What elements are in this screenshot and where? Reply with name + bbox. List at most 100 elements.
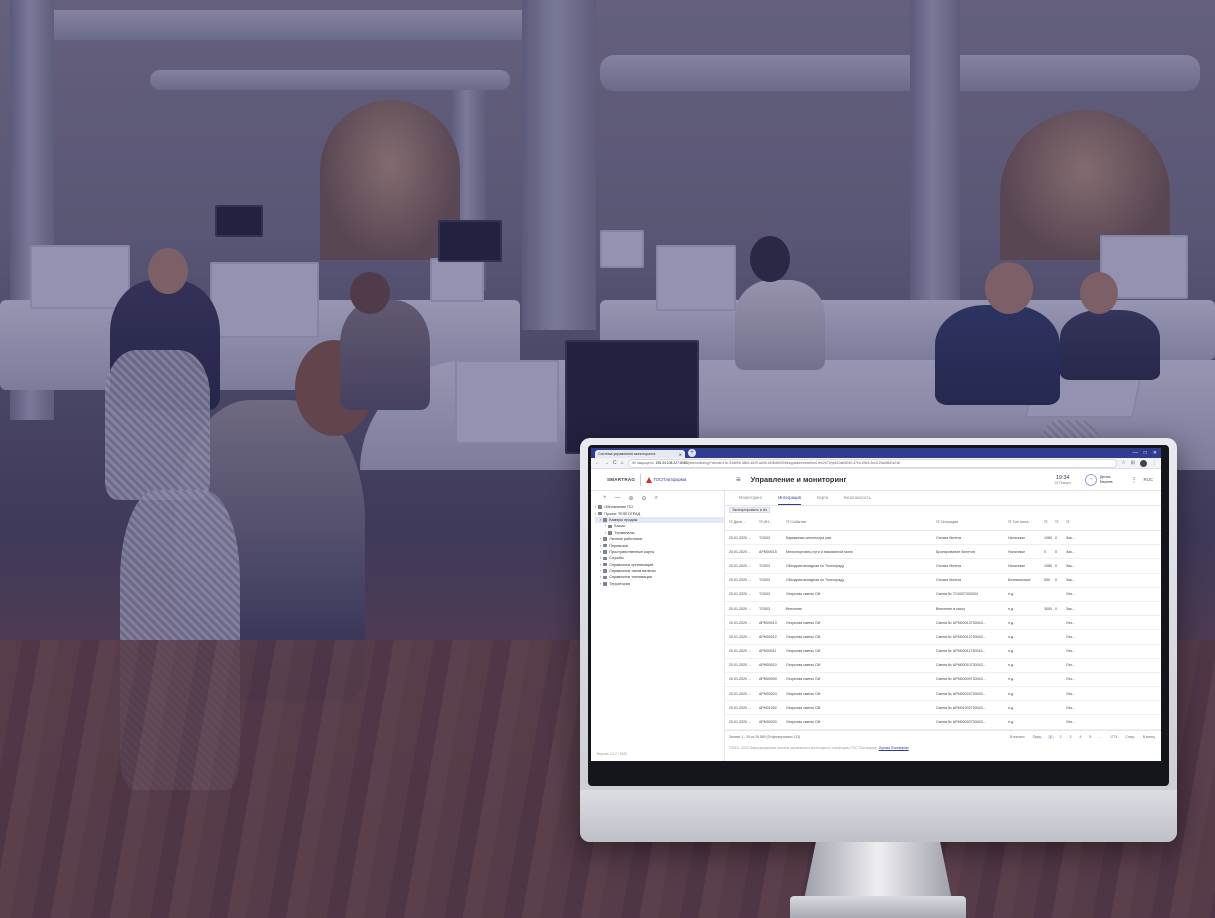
- table-row[interactable]: 20.01.2020 ... АРМ00009 Открытая смены ОИ С…: [725, 673, 1161, 688]
- folder-icon: [598, 511, 603, 516]
- page-link[interactable]: В начало: [1008, 735, 1026, 739]
- user-menu[interactable]: ◔ Денис Евсеев: [1084, 473, 1113, 486]
- page-link[interactable]: В конец: [1141, 735, 1157, 739]
- column-header-filter[interactable]: ☷: [1055, 519, 1066, 524]
- user-last-name: Евсеев: [1099, 479, 1113, 484]
- more-options-icon[interactable]: ⋮: [1130, 476, 1137, 484]
- collapse-all-icon[interactable]: ⊖: [642, 495, 647, 502]
- tree-item[interactable]: › Территория: [595, 581, 724, 587]
- home-icon[interactable]: ⌂: [621, 460, 624, 466]
- close-window-icon[interactable]: ✕: [1153, 450, 1157, 456]
- language-switch[interactable]: RUC: [1143, 477, 1153, 482]
- hamburger-menu-icon[interactable]: ≡: [736, 475, 741, 484]
- table-row[interactable]: 20.01.2020 ... TG003 Открытая смены ОИ Смен…: [725, 588, 1161, 602]
- reload-icon[interactable]: C: [613, 460, 617, 466]
- forward-icon[interactable]: →: [604, 460, 609, 466]
- column-header-operation[interactable]: ☷ Операция: [936, 519, 1008, 524]
- cell-status: Отк...: [1066, 677, 1076, 682]
- table-row[interactable]: 20.01.2020 ... АРМ00010 Открытая смены ОИ С…: [725, 659, 1161, 673]
- user-first-name: Денис: [1099, 474, 1111, 479]
- cell-event: Открытая смены ОИ: [786, 592, 821, 597]
- expand-arrow-icon[interactable]: ›: [605, 524, 606, 528]
- expand-arrow-icon[interactable]: ›: [600, 550, 601, 554]
- table-row[interactable]: 20.01.2020 ... TG003 Обходная вкладная по …: [725, 574, 1161, 588]
- table-row[interactable]: 20.01.2020 ... АРМ00015 Мелкоторговец пути…: [725, 545, 1161, 560]
- expand-arrow-icon[interactable]: ›: [600, 569, 601, 573]
- folder-icon: [603, 556, 608, 561]
- cell-id: TG003: [759, 592, 770, 597]
- table-row[interactable]: 20.01.2020 ... TG003 Обходная вкладная по …: [725, 559, 1161, 574]
- cell-extra: 0: [1055, 606, 1057, 611]
- column-header-filter[interactable]: ☷: [1044, 519, 1055, 524]
- close-tab-icon[interactable]: ✕: [679, 452, 682, 457]
- expand-arrow-icon[interactable]: ›: [600, 582, 601, 586]
- tab-monitoring[interactable]: Мониторинг: [739, 495, 762, 505]
- expand-arrow-icon[interactable]: ›: [605, 531, 606, 535]
- cell-event: Обходная вкладная по Телеограду: [786, 578, 845, 583]
- page-link[interactable]: 1: [1047, 734, 1054, 739]
- new-tab-icon[interactable]: +: [688, 449, 696, 457]
- table-row[interactable]: 20.01.2020 ... TG003 Внесение Внесение в ка…: [725, 602, 1161, 617]
- back-icon[interactable]: ←: [595, 460, 600, 466]
- maximize-icon[interactable]: □: [1144, 450, 1147, 456]
- expand-arrow-icon[interactable]: ›: [600, 556, 601, 560]
- page-link[interactable]: След.: [1124, 735, 1137, 739]
- table-row[interactable]: 20.01.2020 ... АРМ00024 Открытая смены ОИ С…: [725, 687, 1161, 702]
- expand-arrow-icon[interactable]: ›: [600, 575, 601, 579]
- cell-extra: 0: [1055, 578, 1057, 583]
- tab-map[interactable]: Карта: [817, 495, 828, 505]
- add-icon[interactable]: +: [603, 495, 607, 502]
- cell-status: Зак...: [1066, 606, 1075, 611]
- page-title: Управление и мониторинг: [750, 475, 847, 484]
- table-row[interactable]: 20.01.2020 ... АРМ00020 Открытая смены ОИ С…: [725, 715, 1161, 730]
- remove-icon[interactable]: —: [615, 495, 621, 502]
- cell-payment-type: Наличные: [1008, 563, 1026, 568]
- tree-toolbar: + — ⊕ ⊖ ⌕: [591, 491, 724, 504]
- expand-arrow-icon[interactable]: ›: [600, 518, 601, 522]
- cell-extra: 0: [1055, 563, 1057, 568]
- column-header-event[interactable]: ☷ Событие: [786, 519, 936, 524]
- page-link[interactable]: ...: [1097, 735, 1104, 739]
- minimize-icon[interactable]: —: [1133, 450, 1138, 456]
- column-header-date[interactable]: ☷ Дата ...: [725, 519, 759, 524]
- expand-arrow-icon[interactable]: ›: [600, 563, 601, 567]
- url-host: 195.34.108.227:8085: [655, 461, 688, 465]
- page-link[interactable]: 2: [1058, 735, 1064, 739]
- page-link[interactable]: Пред.: [1031, 735, 1044, 739]
- search-icon[interactable]: ⌕: [655, 495, 658, 502]
- page-link[interactable]: 4: [1077, 735, 1083, 739]
- browser-tab-bar: Система управления мониторинга ✕ + — □ ✕: [591, 448, 1161, 458]
- expand-arrow-icon[interactable]: ›: [600, 537, 601, 541]
- page-link[interactable]: 5: [1087, 735, 1093, 739]
- table-row[interactable]: 20.01.2020 ... АРМ00012 Открытая смены ОИ С…: [725, 630, 1161, 645]
- browser-tab[interactable]: Система управления мониторинга ✕: [595, 450, 685, 458]
- expand-arrow-icon[interactable]: ›: [595, 512, 596, 516]
- url-input[interactable]: Не защищено 195.34.108.227:8085 /ptomoni…: [627, 458, 1118, 468]
- imac-stand-neck: [804, 842, 952, 900]
- tab-integration[interactable]: Интеграция: [778, 495, 801, 505]
- cell-status: Отк...: [1066, 705, 1076, 710]
- expand-arrow-icon[interactable]: ›: [595, 505, 596, 509]
- cell-date: 20.01.2020 ...: [729, 677, 751, 682]
- table-row[interactable]: 20.01.2020 ... АРМ00013 Открытая смены ОИ С…: [725, 616, 1161, 631]
- bookmark-star-icon[interactable]: ☆: [1121, 460, 1125, 467]
- cell-operation: Бронирование билетов: [936, 549, 975, 554]
- table-row[interactable]: 20.01.2020 ... АРМ01002 Открытая смены ОИ С…: [725, 701, 1161, 716]
- cell-id: АРМ00024: [759, 691, 777, 696]
- page-link[interactable]: 1774: [1108, 735, 1120, 739]
- table-row[interactable]: 20.01.2020 ... TG003 Карманная кинотеатра …: [725, 531, 1161, 546]
- tree-item-label: Камеры продаж: [609, 517, 638, 522]
- expand-arrow-icon[interactable]: ›: [600, 544, 601, 548]
- page-link[interactable]: 3: [1067, 735, 1073, 739]
- cell-status: Зак...: [1066, 549, 1075, 554]
- browser-menu-icon[interactable]: ⋮: [1152, 460, 1157, 467]
- rate-platform-link[interactable]: Оценка Платформы: [879, 746, 909, 750]
- profile-avatar[interactable]: [1140, 459, 1147, 467]
- column-header-filter[interactable]: ☷: [1066, 519, 1084, 524]
- tab-security[interactable]: Безопасность: [844, 495, 871, 505]
- column-header-id[interactable]: ☷ ИН...: [759, 519, 786, 524]
- column-header-payment-type[interactable]: ☷ Тип опла...: [1008, 519, 1044, 524]
- expand-all-icon[interactable]: ⊕: [629, 495, 634, 502]
- table-row[interactable]: 20.01.2020 ... АРМ00011 Открытая смены ОИ С…: [725, 645, 1161, 659]
- extensions-icon[interactable]: ⊞: [1131, 460, 1135, 467]
